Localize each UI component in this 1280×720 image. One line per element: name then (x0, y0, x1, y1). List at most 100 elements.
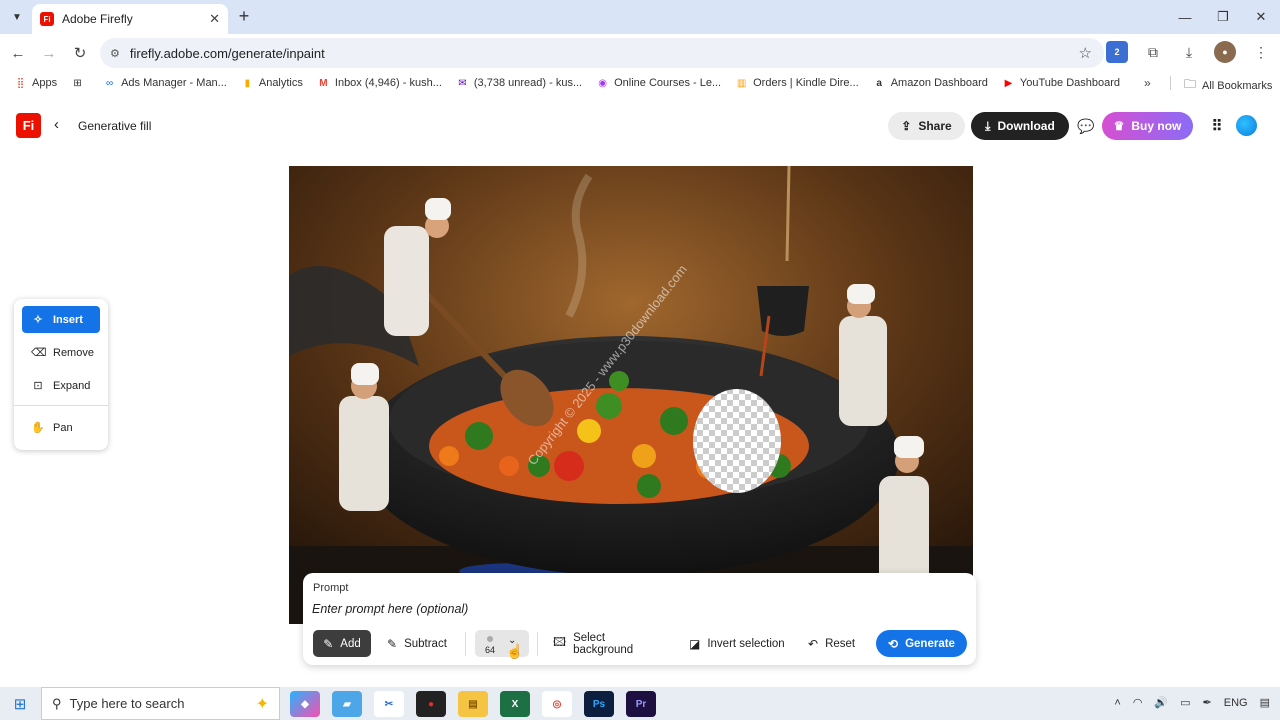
generate-sparkle-icon: ⟲ (888, 636, 899, 651)
select-background-button[interactable]: 🖾 Select background (553, 630, 665, 657)
tab-search-chevron-icon[interactable]: ▼ (6, 6, 28, 28)
chrome-icon[interactable]: ◎ (542, 691, 572, 717)
close-window-icon[interactable]: ✕ (1242, 0, 1280, 34)
bookmark-analytics[interactable]: ▮ Analytics (241, 77, 303, 90)
premiere-icon[interactable]: Pr (626, 691, 656, 717)
bookmark-kindle-orders[interactable]: ▥ Orders | Kindle Dire... (735, 77, 859, 90)
bookmark-online-courses[interactable]: ◉ Online Courses - Le... (596, 77, 721, 90)
firefly-favicon-icon: Fi (40, 12, 54, 26)
download-button[interactable]: ⤓ Download (971, 112, 1069, 140)
copilot-sparkle-icon: ✦ (255, 695, 269, 713)
all-bookmarks[interactable]: 🗀 All Bookmarks (1184, 75, 1272, 96)
bookmark-tab-groups[interactable]: ⊞ (71, 77, 89, 90)
profile-avatar-icon[interactable]: ● (1214, 41, 1236, 63)
record-app-icon[interactable]: ● (416, 691, 446, 717)
analytics-icon: ▮ (244, 77, 251, 89)
app-switcher-grid-icon[interactable]: ⠿ (1207, 112, 1227, 140)
tab-close-icon[interactable]: ✕ (209, 11, 220, 27)
bookmarks-divider (1170, 76, 1171, 90)
remove-tool[interactable]: ⌫ Remove (22, 339, 100, 366)
undo-arrow-icon: ↶ (808, 636, 819, 651)
apps-grid-icon: ⣿ (16, 77, 25, 89)
buy-now-button[interactable]: ♛ Buy now (1102, 112, 1193, 140)
extension-badge-icon[interactable]: 2 (1106, 41, 1128, 63)
prompt-bar: Prompt ✎Add ✎Subtract ⌄ 64 🖾Select backg… (303, 573, 976, 665)
toolbar-actions: 2 ⧉ ⤓ ● ⋮ (1106, 41, 1272, 63)
volume-icon[interactable]: 🔊 (1154, 696, 1168, 709)
user-avatar[interactable] (1236, 115, 1257, 136)
address-bar[interactable]: ⚙ firefly.adobe.com/generate/inpaint ☆ (100, 38, 1104, 68)
bookmark-youtube-dashboard[interactable]: ▶ YouTube Dashboard (1002, 77, 1120, 90)
add-button[interactable]: ✎ Add (313, 630, 371, 657)
add-brush-icon: ✎ (323, 636, 334, 651)
crown-icon: ♛ (1113, 119, 1125, 133)
pen-icon[interactable]: ✒ (1203, 696, 1212, 709)
expand-tool[interactable]: ⊡ Expand (22, 372, 100, 399)
bookmark-gmail[interactable]: M Inbox (4,946) - kush... (317, 77, 442, 90)
snipping-tool-icon[interactable]: ✂ (374, 691, 404, 717)
bookmarks-bar: ⣿ Apps ⊞ ∞ Ads Manager - Man... ▮ Analytics… (0, 72, 1280, 94)
wifi-icon[interactable]: ◠ (1133, 696, 1143, 709)
subtract-brush-icon: ✎ (387, 636, 398, 651)
excel-icon[interactable]: X (500, 691, 530, 717)
notifications-icon[interactable]: ▤ (1260, 696, 1270, 709)
extensions-puzzle-icon[interactable]: ⧉ (1142, 41, 1164, 63)
battery-icon[interactable]: ▭ (1180, 696, 1190, 709)
bookmark-amazon-dashboard[interactable]: a Amazon Dashboard (873, 77, 988, 90)
comment-icon[interactable]: 💬 (1076, 112, 1096, 140)
copilot-app-icon[interactable]: ◆ (290, 691, 320, 717)
prompt-input[interactable] (312, 600, 952, 618)
downloads-icon[interactable]: ⤓ (1178, 41, 1200, 63)
insert-tool[interactable]: ✧ Insert (22, 306, 100, 333)
forward-arrow-icon[interactable]: → (36, 40, 62, 66)
gmail-icon: M (319, 77, 328, 89)
folder-icon: 🗀 (1184, 77, 1197, 91)
files-app-icon[interactable]: ▰ (332, 691, 362, 717)
language-indicator[interactable]: ENG (1224, 697, 1248, 709)
taskbar-search[interactable]: ⚲ Type here to search ✦ (41, 687, 280, 720)
tray-chevron-up-icon[interactable]: ˄ (1114, 697, 1120, 709)
minimize-icon[interactable]: — (1166, 0, 1204, 34)
invert-selection-icon: ◪ (689, 636, 701, 651)
reload-icon[interactable]: ↻ (67, 40, 93, 66)
kitchen-chefs-wok-image: Copyright © 2025 - www.p30download.com (289, 166, 973, 624)
windows-taskbar: ⊞ ⚲ Type here to search ✦ ◆ ▰ ✂ ● ▤ X ◎ … (0, 687, 1280, 720)
reset-button[interactable]: ↶ Reset (808, 630, 860, 657)
pan-tool[interactable]: ✋ Pan (22, 414, 100, 441)
amazon-icon: a (876, 77, 882, 89)
system-tray: ˄ ◠ 🔊 ▭ ✒ ENG ▤ (1114, 696, 1270, 710)
generate-button[interactable]: ⟲ Generate (876, 630, 967, 657)
youtube-icon: ▶ (1004, 77, 1013, 89)
restore-icon[interactable]: ❐ (1204, 0, 1242, 34)
divider (465, 632, 466, 656)
bookmark-yahoo-mail[interactable]: ✉ (3,738 unread) - kus... (456, 77, 582, 90)
expand-frame-icon: ⊡ (33, 380, 43, 392)
photoshop-icon[interactable]: Ps (584, 691, 614, 717)
browser-toolbar: ← → ↻ ⚙ firefly.adobe.com/generate/inpai… (0, 34, 1280, 72)
subtract-button[interactable]: ✎ Subtract (387, 630, 451, 657)
tool-divider (14, 405, 108, 406)
eraser-icon: ⌫ (31, 347, 47, 359)
site-info-icon[interactable]: ⚙ (110, 47, 120, 60)
bookmarks-overflow-icon[interactable]: » (1144, 76, 1151, 90)
share-upload-icon: ⇪ (901, 119, 912, 133)
inpaint-mask-area (693, 389, 781, 493)
kebab-menu-icon[interactable]: ⋮ (1250, 41, 1272, 63)
back-arrow-icon[interactable]: ← (5, 40, 31, 66)
new-tab-plus-icon[interactable]: + (234, 6, 254, 26)
firefly-logo[interactable]: Fi (16, 113, 41, 138)
share-button[interactable]: ⇪ Share (888, 112, 965, 140)
tool-panel: ✧ Insert ⌫ Remove ⊡ Expand ✋ Pan (14, 299, 108, 450)
download-icon: ⤓ (985, 118, 991, 133)
brush-size-value: 64 (485, 645, 496, 655)
invert-selection-button[interactable]: ◪ Invert selection (689, 630, 785, 657)
generated-image-canvas[interactable]: Copyright © 2025 - www.p30download.com (289, 166, 973, 624)
back-chevron-icon[interactable]: ‹ (54, 116, 59, 133)
bookmark-apps[interactable]: ⣿ Apps (14, 77, 57, 90)
windows-start-icon[interactable]: ⊞ (0, 687, 40, 720)
url-text[interactable]: firefly.adobe.com/generate/inpaint (130, 46, 1079, 61)
file-explorer-icon[interactable]: ▤ (458, 691, 488, 717)
bookmark-ads-manager[interactable]: ∞ Ads Manager - Man... (103, 77, 227, 90)
bookmark-star-icon[interactable]: ☆ (1079, 44, 1092, 62)
tab-adobe-firefly[interactable]: Fi Adobe Firefly ✕ (32, 4, 228, 34)
